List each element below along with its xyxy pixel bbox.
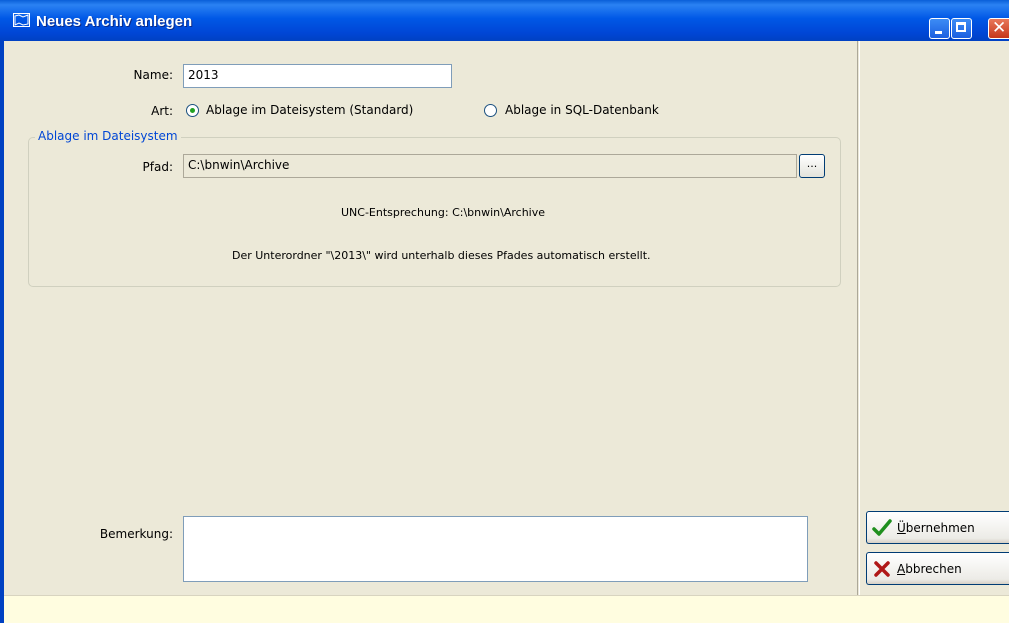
- close-icon: ✕: [992, 18, 1007, 38]
- apply-rest: bernehmen: [905, 521, 975, 535]
- cross-icon: [874, 561, 890, 577]
- cancel-accel: A: [897, 562, 906, 576]
- unc-text: UNC-Entsprechung: C:\bnwin\Archive: [341, 206, 546, 219]
- minimize-icon: [935, 31, 942, 34]
- remark-textarea[interactable]: [183, 516, 808, 582]
- cancel-label: Abbrechen: [897, 562, 962, 576]
- path-field: C:\bnwin\Archive: [183, 154, 797, 178]
- dialog-window: Neues Archiv anlegen ✕ Name: 2013 Art: A…: [0, 0, 1009, 623]
- title-bar[interactable]: Neues Archiv anlegen ✕: [0, 0, 1009, 41]
- archive-map-icon: [13, 13, 30, 27]
- browse-button[interactable]: ...: [799, 154, 825, 178]
- name-label: Name:: [133, 68, 173, 82]
- radio-sql[interactable]: [484, 104, 497, 117]
- apply-label: Übernehmen: [897, 521, 975, 535]
- radio-filesystem-label[interactable]: Ablage im Dateisystem (Standard): [206, 103, 413, 117]
- checkmark-icon: [872, 519, 892, 536]
- radio-filesystem[interactable]: [186, 104, 199, 117]
- radio-sql-label[interactable]: Ablage in SQL-Datenbank: [505, 103, 659, 117]
- art-label: Art:: [151, 104, 173, 118]
- cancel-rest: bbrechen: [905, 562, 962, 576]
- remark-label: Bemerkung:: [99, 527, 173, 541]
- subfolder-note: Der Unterordner "\2013\" wird unterhalb …: [232, 249, 651, 262]
- group-title: Ablage im Dateisystem: [35, 129, 181, 143]
- apply-accel: Ü: [897, 521, 906, 535]
- status-bar: [4, 595, 1009, 623]
- name-input[interactable]: 2013: [183, 64, 452, 88]
- cancel-button[interactable]: Abbrechen: [866, 552, 1009, 585]
- maximize-button[interactable]: [951, 18, 972, 39]
- apply-button[interactable]: Übernehmen: [866, 511, 1009, 544]
- minimize-button[interactable]: [929, 18, 950, 39]
- main-panel: [4, 41, 857, 595]
- close-button[interactable]: ✕: [988, 18, 1009, 39]
- window-title: Neues Archiv anlegen: [36, 13, 193, 30]
- radio-selected-dot: [190, 108, 195, 113]
- path-label: Pfad:: [142, 160, 173, 174]
- maximize-icon: [956, 22, 966, 32]
